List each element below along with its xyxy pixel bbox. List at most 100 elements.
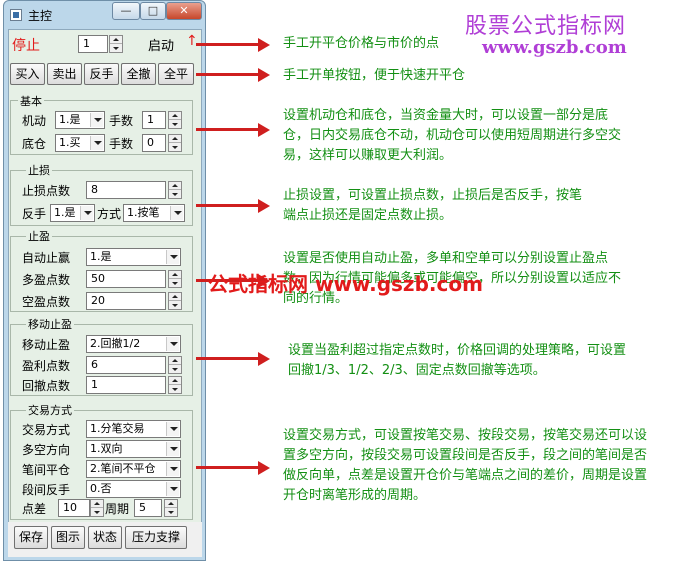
profit-points-spinner[interactable]: [168, 356, 182, 374]
short-profit-input[interactable]: 20: [86, 292, 166, 310]
chevron-down-icon: [166, 462, 179, 476]
period-label: 周期: [105, 502, 130, 516]
trailing-group-title: 移动止盈: [26, 316, 74, 332]
arrow-line-6: [196, 357, 260, 360]
note-tradeway: 设置交易方式，可设置按笔交易、按段交易，按笔交易还可以设置多空方向，按段交易可设…: [283, 428, 648, 503]
stoploss-points-label: 止损点数: [22, 184, 71, 198]
trade-way-value: 1.分笔交易: [90, 422, 145, 435]
flex-lots-input[interactable]: 1: [142, 111, 166, 129]
status-button[interactable]: 状态: [88, 526, 122, 549]
segment-reverse-select[interactable]: 0.否: [86, 480, 181, 498]
base-position-select[interactable]: 1.买: [55, 134, 105, 152]
start-label[interactable]: 启动: [148, 35, 174, 54]
segment-reverse-value: 0.否: [90, 482, 112, 495]
long-profit-spinner[interactable]: [168, 270, 182, 288]
stoploss-points-spinner[interactable]: [168, 181, 182, 199]
stoploss-mode-label: 方式: [97, 207, 122, 221]
arrow-line-1: [196, 43, 260, 46]
auto-takeprofit-label: 自动止赢: [22, 251, 71, 265]
point-diff-label: 点差: [22, 502, 47, 516]
stop-label[interactable]: 停止: [12, 35, 40, 55]
stoploss-points-input[interactable]: 8: [86, 181, 166, 199]
trailing-mode-select[interactable]: 2.回撤1/2: [86, 335, 181, 353]
stroke-flat-select[interactable]: 2.笔间不平仓: [86, 460, 181, 478]
stoploss-reverse-label: 反手: [22, 207, 47, 221]
tradeway-group-title: 交易方式: [26, 402, 74, 418]
short-profit-label: 空盈点数: [22, 295, 71, 309]
arrow-line-4: [196, 204, 260, 207]
base-lots-input[interactable]: 0: [142, 134, 166, 152]
direction-select[interactable]: 1.双向: [86, 440, 181, 458]
arrow-line-2: [196, 73, 260, 76]
period-spinner[interactable]: [164, 499, 178, 517]
chevron-down-icon: [90, 136, 103, 150]
pullback-points-spinner[interactable]: [168, 376, 182, 394]
title-bar[interactable]: 主控 — □ ✕: [4, 1, 205, 29]
chevron-down-icon: [166, 422, 179, 436]
arrow-right-icon: [258, 123, 270, 137]
stoploss-mode-value: 1.按笔: [127, 206, 160, 219]
buy-button[interactable]: 买入: [10, 63, 45, 85]
base-position-value: 1.买: [59, 136, 81, 149]
maximize-button[interactable]: □: [140, 2, 166, 20]
overlay-watermark: 公式指标网 www.gszb.com: [208, 272, 483, 296]
flex-position-label: 机动: [22, 114, 47, 128]
stoploss-mode-select[interactable]: 1.按笔: [123, 204, 185, 222]
auto-takeprofit-value: 1.是: [90, 250, 112, 263]
point-diff-spinner[interactable]: [90, 499, 104, 517]
close-button[interactable]: ✕: [166, 2, 202, 20]
flex-position-value: 1.是: [59, 113, 81, 126]
note-price-offset: 手工开平仓价格与市价的点: [283, 36, 440, 51]
trade-way-label: 交易方式: [22, 423, 71, 437]
pullback-points-input[interactable]: 1: [86, 376, 166, 394]
short-profit-spinner[interactable]: [168, 292, 182, 310]
stroke-flat-label: 笔间平仓: [22, 463, 71, 477]
brand-url: www.gszb.com: [482, 37, 627, 58]
diagram-button[interactable]: 图示: [51, 526, 85, 549]
sell-button[interactable]: 卖出: [47, 63, 82, 85]
profit-points-label: 盈利点数: [22, 359, 71, 373]
note-positions: 设置机动仓和底仓，当资金量大时，可以设置一部分是底仓，日内交易底仓不动，机动仓可…: [283, 108, 622, 163]
chevron-down-icon: [166, 250, 179, 264]
point-diff-input[interactable]: 10: [58, 499, 90, 517]
minimize-button[interactable]: —: [112, 2, 140, 20]
trade-way-select[interactable]: 1.分笔交易: [86, 420, 181, 438]
note-stoploss: 止损设置，可设置止损点数，止损后是否反手，按笔端点止损还是固定点数止损。: [283, 188, 583, 223]
base-lots-spinner[interactable]: [168, 134, 182, 152]
long-profit-input[interactable]: 50: [86, 270, 166, 288]
flex-lots-spinner[interactable]: [168, 111, 182, 129]
profit-points-input[interactable]: 6: [86, 356, 166, 374]
auto-takeprofit-select[interactable]: 1.是: [86, 248, 181, 266]
arrow-right-icon: [258, 38, 270, 52]
note-trailing: 设置当盈利超过指定点数时，价格回调的处理策略，可设置回撤1/3、1/2、2/3、…: [288, 343, 627, 378]
direction-label: 多空方向: [22, 443, 71, 457]
order-offset-input[interactable]: 1: [78, 35, 108, 53]
trailing-mode-value: 2.回撤1/2: [90, 337, 141, 350]
chevron-down-icon: [170, 206, 183, 220]
note-manual-order: 手工开单按钮，便于快速开平仓: [283, 68, 466, 83]
chevron-down-icon: [166, 482, 179, 496]
save-button[interactable]: 保存: [14, 526, 48, 549]
arrow-right-icon: [258, 68, 270, 82]
stoploss-reverse-select[interactable]: 1.是: [50, 204, 95, 222]
chevron-down-icon: [90, 113, 103, 127]
pullback-points-label: 回撤点数: [22, 379, 71, 393]
cancel-all-button[interactable]: 全撤: [121, 63, 156, 85]
direction-value: 1.双向: [90, 442, 123, 455]
period-input[interactable]: 5: [134, 499, 162, 517]
arrow-line-7: [196, 466, 260, 469]
close-all-button[interactable]: 全平: [158, 63, 194, 85]
pressure-support-button[interactable]: 压力支撑: [125, 526, 187, 549]
reverse-button[interactable]: 反手: [84, 63, 119, 85]
long-profit-label: 多盈点数: [22, 273, 71, 287]
stroke-flat-value: 2.笔间不平仓: [90, 462, 156, 475]
arrow-right-icon: [258, 352, 270, 366]
base-position-label: 底仓: [22, 137, 47, 151]
chevron-down-icon: [166, 442, 179, 456]
up-arrow-icon: ↑: [186, 33, 198, 49]
arrow-line-3: [196, 128, 260, 131]
flex-position-select[interactable]: 1.是: [55, 111, 105, 129]
stoploss-reverse-value: 1.是: [54, 206, 76, 219]
order-offset-spinner[interactable]: [109, 35, 123, 53]
arrow-right-icon: [258, 461, 270, 475]
